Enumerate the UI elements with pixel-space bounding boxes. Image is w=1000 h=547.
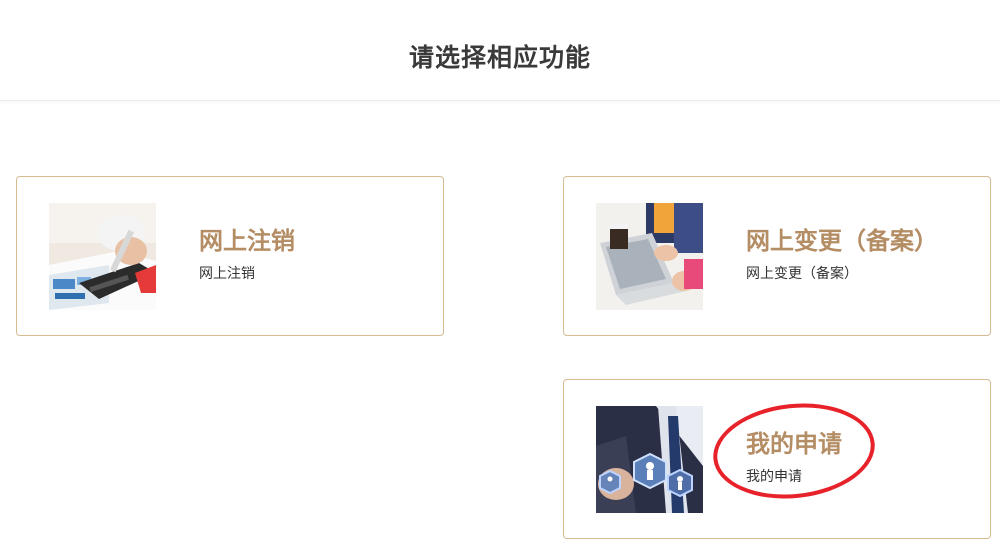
laptop-coffee-icon: [596, 203, 703, 310]
card-online-change[interactable]: 网上变更（备案） 网上变更（备案）: [563, 176, 991, 336]
card-my-applications[interactable]: 我的申请 我的申请: [563, 379, 991, 539]
page-header: 请选择相应功能: [0, 0, 1000, 101]
document-chart-icon: [49, 203, 156, 310]
card-subtitle: 我的申请: [746, 469, 802, 485]
card-title: 我的申请: [746, 430, 842, 458]
card-online-cancellation[interactable]: 网上注销 网上注销: [16, 176, 444, 336]
page-title: 请选择相应功能: [408, 43, 591, 72]
card-title: 网上变更（备案）: [746, 227, 938, 255]
card-subtitle: 网上注销: [199, 266, 255, 282]
network-people-icon: [596, 406, 703, 513]
card-subtitle: 网上变更（备案）: [746, 266, 858, 282]
card-title: 网上注销: [199, 227, 295, 255]
